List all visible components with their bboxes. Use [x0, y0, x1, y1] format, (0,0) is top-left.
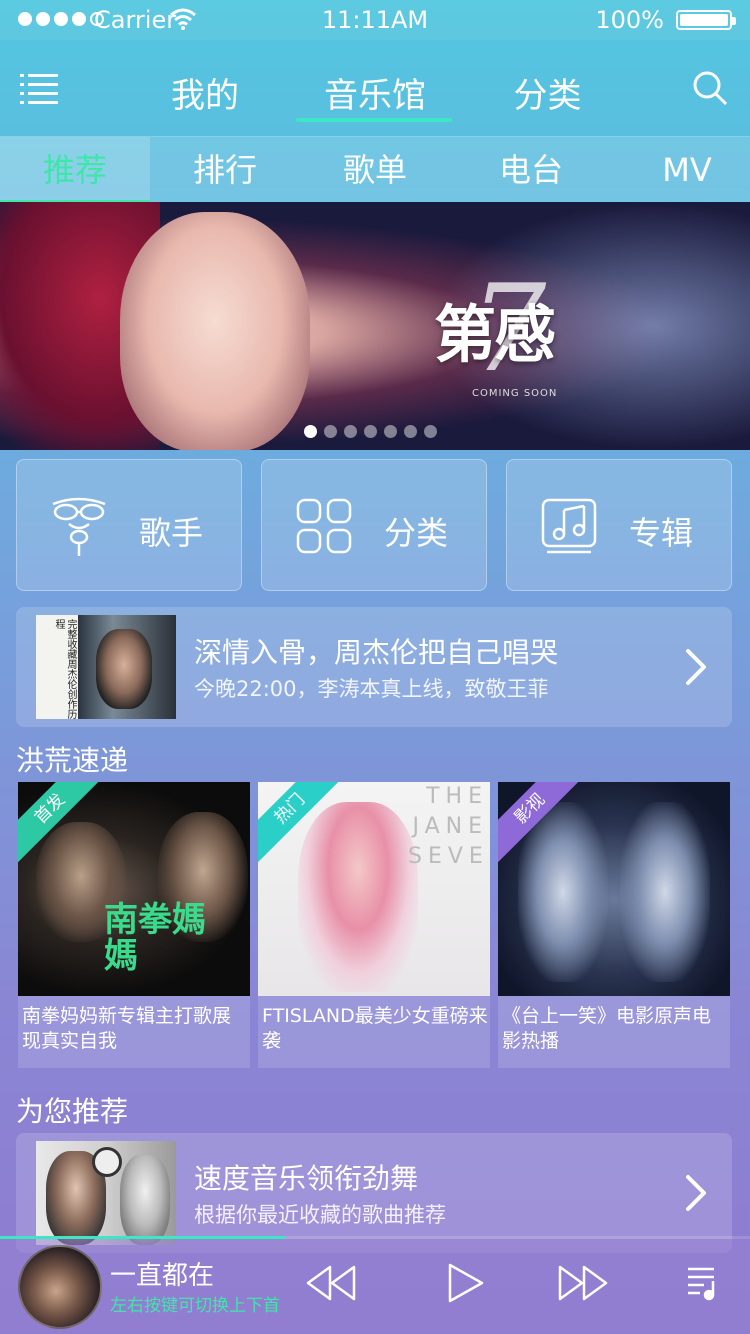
badge-film: 影视: [498, 782, 578, 862]
subtab-radio[interactable]: 电台: [456, 137, 606, 203]
album-icon: [541, 498, 597, 554]
quick-link-label: 专辑: [629, 514, 694, 552]
banner-subtitle: COMING SOON: [472, 388, 558, 399]
section-title-recommend: 为您推荐: [16, 1095, 129, 1128]
status-bar: Carrier 11:11AM 100%: [0, 0, 750, 40]
subtab-mv[interactable]: MV: [612, 137, 750, 203]
battery-percent: 100%: [595, 6, 664, 34]
pager-dot[interactable]: [404, 425, 417, 438]
pager-dot[interactable]: [384, 425, 397, 438]
subtab-recommend[interactable]: 推荐: [0, 137, 150, 203]
subtab-ranking[interactable]: 排行: [150, 137, 300, 203]
recommend-description: 根据你最近收藏的歌曲推荐: [194, 1203, 446, 1227]
recommend-cover: [36, 1141, 176, 1245]
recommend-title: 速度音乐领衔劲舞: [194, 1162, 419, 1195]
quick-link-album[interactable]: 专辑: [506, 459, 732, 591]
pager-dot[interactable]: [304, 425, 317, 438]
quick-link-label: 分类: [384, 514, 449, 552]
menu-icon[interactable]: [20, 72, 58, 106]
pager-dot[interactable]: [324, 425, 337, 438]
singer-icon: [52, 497, 106, 556]
album-art-text: 南拳媽媽: [104, 900, 206, 976]
mini-player: 一直都在 左右按键可切换上下首: [0, 1239, 750, 1334]
chevron-right-icon: [686, 649, 706, 685]
subtab-playlist[interactable]: 歌单: [300, 137, 450, 203]
tab-music-hall[interactable]: 音乐馆: [300, 68, 450, 117]
promo-cover-text: 完整收藏周杰伦创作历程: [53, 619, 76, 719]
sub-tabs: 推荐 排行 歌单 电台 MV: [0, 136, 750, 203]
promo-description: 今晚22:00，李涛本真上线，致敬王菲: [194, 677, 549, 701]
album-tile[interactable]: 南拳媽媽 首发 南拳妈妈新专辑主打歌展现真实自我: [18, 782, 250, 1068]
next-icon[interactable]: [556, 1261, 612, 1305]
banner-artwork-face: [120, 212, 310, 450]
album-tile[interactable]: 影视 《台上一笑》电影原声电影热播: [498, 782, 730, 1068]
tab-category[interactable]: 分类: [495, 68, 600, 117]
pager-dot[interactable]: [344, 425, 357, 438]
pager-dot[interactable]: [364, 425, 377, 438]
album-caption: 《台上一笑》电影原声电影热播: [502, 1005, 712, 1052]
player-hint: 左右按键可切换上下首: [110, 1296, 280, 1316]
pager-dot[interactable]: [424, 425, 437, 438]
active-tab-indicator: [296, 118, 452, 122]
banner-title: 第感: [434, 298, 556, 371]
previous-icon[interactable]: [302, 1261, 358, 1305]
category-grid-icon: [296, 498, 352, 554]
quick-link-category[interactable]: 分类: [261, 459, 487, 591]
badge-hot: 热门: [258, 782, 338, 862]
playlist-icon[interactable]: [684, 1261, 724, 1305]
section-title-express: 洪荒速递: [16, 744, 129, 777]
album-tile[interactable]: THE JANE SEVENTH 热门 FTISLAND最美少女重磅来袭: [258, 782, 490, 1068]
now-playing-title: 一直都在: [110, 1261, 215, 1291]
tab-mine[interactable]: 我的: [150, 68, 260, 117]
album-caption: 南拳妈妈新专辑主打歌展现真实自我: [22, 1005, 232, 1052]
album-art-text: THE JANE SEVENTH: [408, 784, 490, 869]
quick-link-singer[interactable]: 歌手: [16, 459, 242, 591]
top-nav: 我的 音乐馆 分类: [0, 40, 750, 136]
chevron-right-icon: [686, 1175, 706, 1211]
album-caption: FTISLAND最美少女重磅来袭: [262, 1005, 488, 1052]
search-icon[interactable]: [692, 70, 728, 106]
play-icon[interactable]: [436, 1261, 492, 1305]
now-playing-artwork[interactable]: [18, 1245, 102, 1329]
recommend-row[interactable]: 速度音乐领衔劲舞 根据你最近收藏的歌曲推荐: [16, 1133, 732, 1253]
banner-carousel[interactable]: 7 第感 COMING SOON: [0, 202, 750, 450]
badge-first-release: 首发: [18, 782, 98, 862]
carousel-pager[interactable]: [304, 425, 437, 438]
battery-icon: [676, 10, 736, 30]
promo-title: 深情入骨，周杰伦把自己唱哭: [194, 636, 559, 669]
promo-cover: 完整收藏周杰伦创作历程: [36, 615, 176, 719]
promo-row[interactable]: 完整收藏周杰伦创作历程 深情入骨，周杰伦把自己唱哭 今晚22:00，李涛本真上线…: [16, 607, 732, 727]
quick-link-label: 歌手: [139, 514, 204, 552]
